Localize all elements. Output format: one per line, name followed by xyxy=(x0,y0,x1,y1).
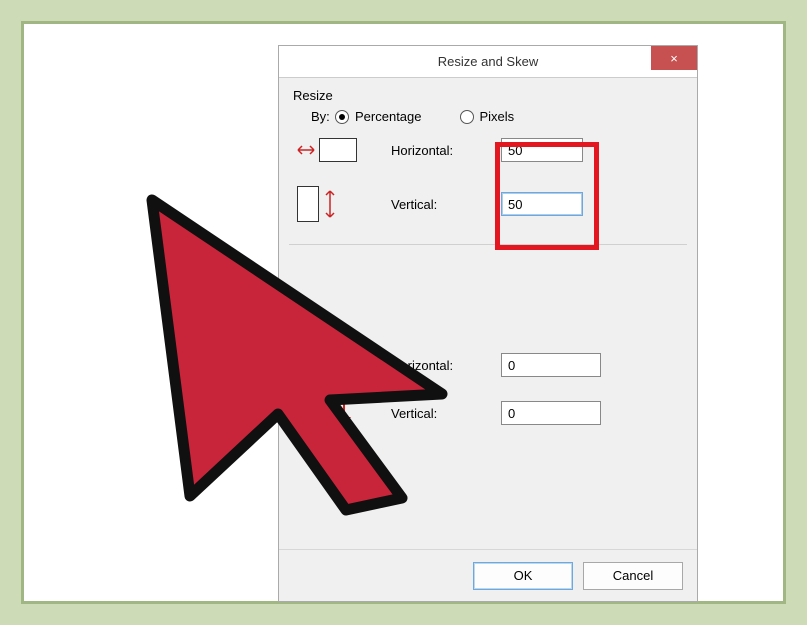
double-arrow-vertical-icon xyxy=(325,190,335,218)
resize-horizontal-input-cell xyxy=(501,138,621,162)
dialog-footer: OK Cancel xyxy=(279,549,697,601)
resize-vertical-icon xyxy=(297,186,391,222)
radio-percentage[interactable]: Percentage xyxy=(335,109,422,124)
dialog-title: Resize and Skew xyxy=(279,54,697,69)
radio-pixels-label: Pixels xyxy=(480,109,515,124)
double-arrow-horizontal-icon xyxy=(297,145,315,155)
resize-horizontal-icon xyxy=(297,138,391,162)
skew-vertical-label: Vertical: xyxy=(391,406,501,421)
resize-by-row: By: Percentage Pixels xyxy=(289,109,687,124)
resize-horizontal-label: Horizontal: xyxy=(391,143,501,158)
resize-group-label: Resize xyxy=(293,88,687,103)
resize-grid: Horizontal: Vertical: xyxy=(297,138,687,222)
skew-vertical-input[interactable] xyxy=(501,401,601,425)
radio-icon xyxy=(460,110,474,124)
skew-horizontal-label: Horizontal: xyxy=(391,358,501,373)
resize-vertical-input-cell xyxy=(501,192,621,216)
dialog-body: Resize By: Percentage Pixels xyxy=(279,78,697,549)
resize-skew-dialog: Resize and Skew × Resize By: Percentage … xyxy=(278,45,698,602)
resize-vertical-label: Vertical: xyxy=(391,197,501,212)
skew-horizontal-input-cell xyxy=(501,353,621,377)
by-label: By: xyxy=(289,109,335,124)
titlebar[interactable]: Resize and Skew × xyxy=(279,46,697,78)
skew-group-spacer xyxy=(289,259,687,349)
ok-button[interactable]: OK xyxy=(473,562,573,590)
skew-horizontal-input[interactable] xyxy=(501,353,601,377)
radio-percentage-label: Percentage xyxy=(355,109,422,124)
resize-vertical-input[interactable] xyxy=(501,192,583,216)
skew-vertical-icon xyxy=(297,403,391,423)
arrow-down-icon xyxy=(343,403,345,423)
screenshot-frame: Resize and Skew × Resize By: Percentage … xyxy=(21,21,786,604)
cancel-button-label: Cancel xyxy=(613,568,653,583)
close-icon: × xyxy=(670,52,678,65)
radio-pixels[interactable]: Pixels xyxy=(460,109,515,124)
radio-icon xyxy=(335,110,349,124)
skew-vertical-input-cell xyxy=(501,401,621,425)
ok-button-label: OK xyxy=(514,568,533,583)
close-button[interactable]: × xyxy=(651,46,697,70)
resize-horizontal-input[interactable] xyxy=(501,138,583,162)
skew-grid: Horizontal: Vertical: xyxy=(297,353,687,425)
cancel-button[interactable]: Cancel xyxy=(583,562,683,590)
group-separator xyxy=(289,244,687,245)
